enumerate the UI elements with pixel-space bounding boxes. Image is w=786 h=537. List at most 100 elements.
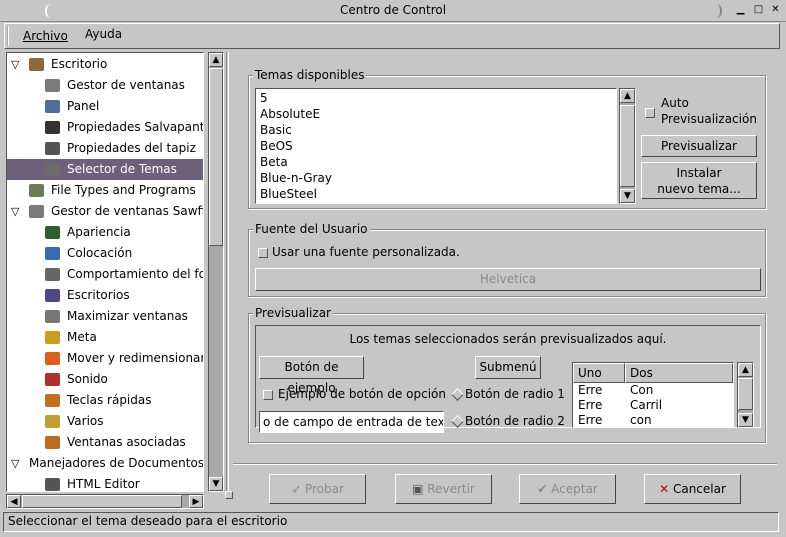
- theme-list-item[interactable]: BlueSteel: [256, 186, 616, 202]
- expander-open-icon[interactable]: ▽: [11, 201, 19, 222]
- menu-ayuda[interactable]: Ayuda: [85, 27, 122, 41]
- tree-item-label: Teclas rápidas: [67, 393, 152, 407]
- tree-item[interactable]: Comportamiento del foco: [7, 264, 203, 285]
- try-button-label: Probar: [304, 482, 344, 496]
- window-title: Centro de Control: [339, 3, 447, 17]
- cancel-button[interactable]: ✕ Cancelar: [644, 474, 741, 504]
- tree-item[interactable]: Panel: [7, 96, 203, 117]
- category-tree[interactable]: ▽ Escritorio Gestor de ventanas Panel Propie…: [6, 52, 204, 492]
- tree-item-label: Propiedades del tapiz: [67, 141, 196, 155]
- tree-vertical-scrollbar[interactable]: ▲ ▼: [208, 52, 224, 492]
- scroll-right-arrow[interactable]: ▶: [189, 495, 203, 508]
- revert-button[interactable]: ▣ Revertir: [395, 474, 492, 504]
- tree-item[interactable]: Apariencia: [7, 222, 203, 243]
- tree-item[interactable]: Propiedades Salvapanta: [7, 117, 203, 138]
- expander-open-icon[interactable]: ▽: [11, 54, 19, 75]
- close-button[interactable]: ✕: [768, 3, 783, 18]
- example-list-row[interactable]: Erre con: [573, 413, 733, 427]
- submenu-button[interactable]: Submenú: [475, 356, 541, 379]
- tree-item[interactable]: Varios: [7, 411, 203, 432]
- scroll-thumb[interactable]: [209, 68, 223, 246]
- tree-item[interactable]: Maximizar ventanas: [7, 306, 203, 327]
- list-header-dos[interactable]: Dos: [625, 363, 733, 383]
- title-bar-right-decoration: [712, 4, 722, 18]
- file-types-icon: [29, 184, 44, 197]
- custom-font-checkbox[interactable]: [258, 248, 268, 258]
- tree-item[interactable]: ▽ Escritorio: [7, 54, 203, 75]
- theme-list-item[interactable]: Blue-n-Gray: [256, 170, 616, 186]
- example-scroll-up[interactable]: ▲: [738, 363, 753, 377]
- tree-item[interactable]: HTML Editor: [7, 474, 203, 491]
- tree-item[interactable]: Teclas rápidas: [7, 390, 203, 411]
- workspaces-icon: [45, 289, 60, 302]
- theme-list-item[interactable]: Basic: [256, 122, 616, 138]
- screensaver-icon: [45, 121, 60, 134]
- theme-list-item[interactable]: Beta: [256, 154, 616, 170]
- example-list[interactable]: Uno Dos Erre Con Erre Carril Erre con: [572, 362, 734, 428]
- minimize-button[interactable]: ▁: [733, 3, 748, 18]
- scroll-thumb-horizontal[interactable]: [22, 495, 182, 508]
- menu-bar: Archivo Ayuda: [4, 23, 780, 49]
- themes-scroll-up[interactable]: ▲: [620, 89, 635, 103]
- tree-item[interactable]: Gestor de ventanas: [7, 75, 203, 96]
- scroll-left-arrow[interactable]: ◀: [7, 495, 21, 508]
- theme-list-item[interactable]: AbsoluteE: [256, 106, 616, 122]
- tree-item[interactable]: Escritorios: [7, 285, 203, 306]
- tree-item-label: Comportamiento del foco: [67, 267, 203, 281]
- accept-button[interactable]: ✔ Aceptar: [519, 474, 616, 504]
- tree-item[interactable]: Meta: [7, 327, 203, 348]
- status-text: Seleccionar el tema deseado para el escr…: [8, 514, 288, 528]
- tree-item-label: Colocación: [67, 246, 133, 260]
- try-button[interactable]: ➶ Probar: [269, 474, 366, 504]
- theme-list-item[interactable]: 5: [256, 90, 616, 106]
- example-text-entry[interactable]: o de campo de entrada de texto: [259, 411, 444, 433]
- pane-divider[interactable]: [226, 52, 229, 492]
- example-list-scrollbar[interactable]: ▲ ▼: [737, 362, 754, 428]
- maximize-button[interactable]: □: [751, 3, 766, 18]
- list-header-uno[interactable]: Uno: [573, 363, 625, 383]
- tree-item[interactable]: Mover y redimensionar: [7, 348, 203, 369]
- themes-scroll-thumb[interactable]: [620, 105, 635, 187]
- tree-item-label: Manejadores de Documentos: [29, 456, 204, 470]
- theme-list-item[interactable]: BeOS: [256, 138, 616, 154]
- accept-button-label: Aceptar: [551, 482, 598, 496]
- example-list-row[interactable]: Erre Con: [573, 383, 733, 398]
- pane-resize-handle[interactable]: [225, 491, 233, 499]
- font-picker-button[interactable]: Helvetica: [255, 268, 761, 291]
- install-theme-button[interactable]: Instalar nuevo tema...: [641, 162, 757, 199]
- tree-item[interactable]: Ventanas asociadas: [7, 432, 203, 453]
- example-button[interactable]: Botón de ejemplo: [259, 356, 364, 395]
- auto-preview-checkbox[interactable]: [645, 108, 655, 118]
- option-button-checkbox[interactable]: [263, 390, 273, 400]
- scroll-up-arrow[interactable]: ▲: [209, 53, 223, 67]
- tree-item[interactable]: File Types and Programs: [7, 180, 203, 201]
- example-scroll-thumb[interactable]: [738, 378, 753, 410]
- themes-list-scrollbar[interactable]: ▲ ▼: [619, 88, 636, 204]
- tree-item[interactable]: Selector de Temas: [7, 159, 203, 180]
- example-list-cell: Erre: [578, 413, 603, 427]
- menu-archivo[interactable]: Archivo: [23, 29, 68, 43]
- example-scroll-down[interactable]: ▼: [738, 413, 753, 427]
- try-icon: ➶: [291, 482, 302, 496]
- menu-handle[interactable]: [7, 26, 13, 46]
- tree-item[interactable]: ▽ Manejadores de Documentos: [7, 453, 204, 474]
- tree-item[interactable]: Colocación: [7, 243, 203, 264]
- tree-horizontal-scrollbar[interactable]: ◀ ▶: [6, 494, 204, 509]
- example-list-cell: Erre: [578, 398, 603, 412]
- tree-item-label: Escritorio: [51, 57, 108, 71]
- tree-item[interactable]: Propiedades del tapiz: [7, 138, 203, 159]
- action-separator: [233, 463, 777, 465]
- window-manager-icon: [45, 79, 60, 92]
- tree-item[interactable]: Sonido: [7, 369, 203, 390]
- scroll-down-arrow[interactable]: ▼: [209, 477, 223, 491]
- tree-item[interactable]: ▽ Gestor de ventanas Sawfish: [7, 201, 203, 222]
- example-list-row[interactable]: Erre Carril: [573, 398, 733, 413]
- preview-message: Los temas seleccionados serán previsuali…: [349, 332, 667, 346]
- tree-item-label: Ventanas asociadas: [67, 435, 186, 449]
- expander-open-icon[interactable]: ▽: [11, 453, 19, 474]
- themes-list[interactable]: 5 AbsoluteE Basic BeOS Beta Blue-n-Gray BlueSt…: [255, 88, 617, 204]
- themes-scroll-down[interactable]: ▼: [620, 189, 635, 203]
- shortcuts-icon: [45, 394, 60, 407]
- preview-theme-button[interactable]: Previsualizar: [641, 135, 757, 157]
- appearance-icon: [45, 226, 60, 239]
